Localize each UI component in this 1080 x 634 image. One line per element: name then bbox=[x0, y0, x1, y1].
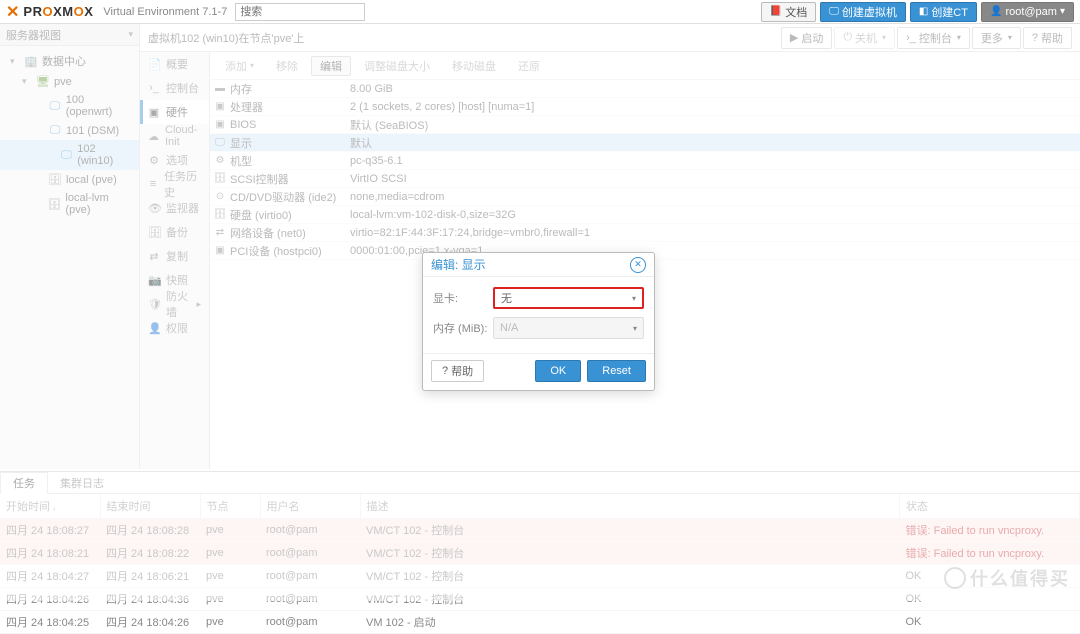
close-icon[interactable]: ✕ bbox=[630, 257, 646, 273]
version-text: Virtual Environment 7.1-7 bbox=[103, 6, 227, 18]
gpu-label: 显卡: bbox=[433, 290, 493, 306]
user-icon: 👤 bbox=[990, 6, 1002, 17]
memory-value: N/A bbox=[500, 322, 518, 334]
dialog-header: 编辑: 显示 ✕ bbox=[423, 253, 654, 277]
reset-button[interactable]: Reset bbox=[587, 360, 646, 382]
create-ct-button[interactable]: ◧创建CT bbox=[910, 2, 977, 22]
ok-button[interactable]: OK bbox=[535, 360, 581, 382]
task-row[interactable]: 四月 24 18:04:25四月 24 18:04:26pveroot@pamV… bbox=[0, 611, 1080, 634]
gpu-row: 显卡: 无 ▾ bbox=[433, 287, 644, 309]
logo-text: PROXMOX bbox=[23, 4, 93, 19]
chevron-down-icon: ▾ bbox=[632, 294, 636, 303]
memory-field: N/A ▾ bbox=[493, 317, 644, 339]
docs-button[interactable]: 📕文档 bbox=[761, 2, 816, 22]
logo: ✕ PROXMOX Virtual Environment 7.1-7 bbox=[6, 2, 227, 22]
dialog-title: 编辑: 显示 bbox=[431, 256, 486, 273]
help-icon: ? bbox=[442, 365, 448, 377]
cube-icon: ◧ bbox=[919, 6, 928, 17]
user-menu-button[interactable]: 👤root@pam▾ bbox=[981, 2, 1074, 22]
memory-row: 内存 (MiB): N/A ▾ bbox=[433, 317, 644, 339]
top-bar: ✕ PROXMOX Virtual Environment 7.1-7 📕文档 … bbox=[0, 0, 1080, 24]
book-icon: 📕 bbox=[770, 6, 782, 17]
memory-label: 内存 (MiB): bbox=[433, 320, 493, 336]
dialog-body: 显卡: 无 ▾ 内存 (MiB): N/A ▾ bbox=[423, 277, 654, 353]
create-vm-button[interactable]: 🖵创建虚拟机 bbox=[820, 2, 906, 22]
topbar-right: 📕文档 🖵创建虚拟机 ◧创建CT 👤root@pam▾ bbox=[761, 2, 1074, 22]
desktop-icon: 🖵 bbox=[829, 6, 839, 17]
chevron-down-icon: ▾ bbox=[633, 324, 637, 333]
edit-display-dialog: 编辑: 显示 ✕ 显卡: 无 ▾ 内存 (MiB): N/A ▾ ?帮助 OK … bbox=[422, 252, 655, 391]
gpu-value: 无 bbox=[501, 290, 512, 306]
dialog-footer: ?帮助 OK Reset bbox=[423, 353, 654, 390]
search-input[interactable] bbox=[235, 3, 365, 21]
logo-x-icon: ✕ bbox=[6, 2, 19, 22]
gpu-select[interactable]: 无 ▾ bbox=[493, 287, 644, 309]
chevron-down-icon: ▾ bbox=[1060, 6, 1065, 17]
dialog-help-button[interactable]: ?帮助 bbox=[431, 360, 484, 382]
